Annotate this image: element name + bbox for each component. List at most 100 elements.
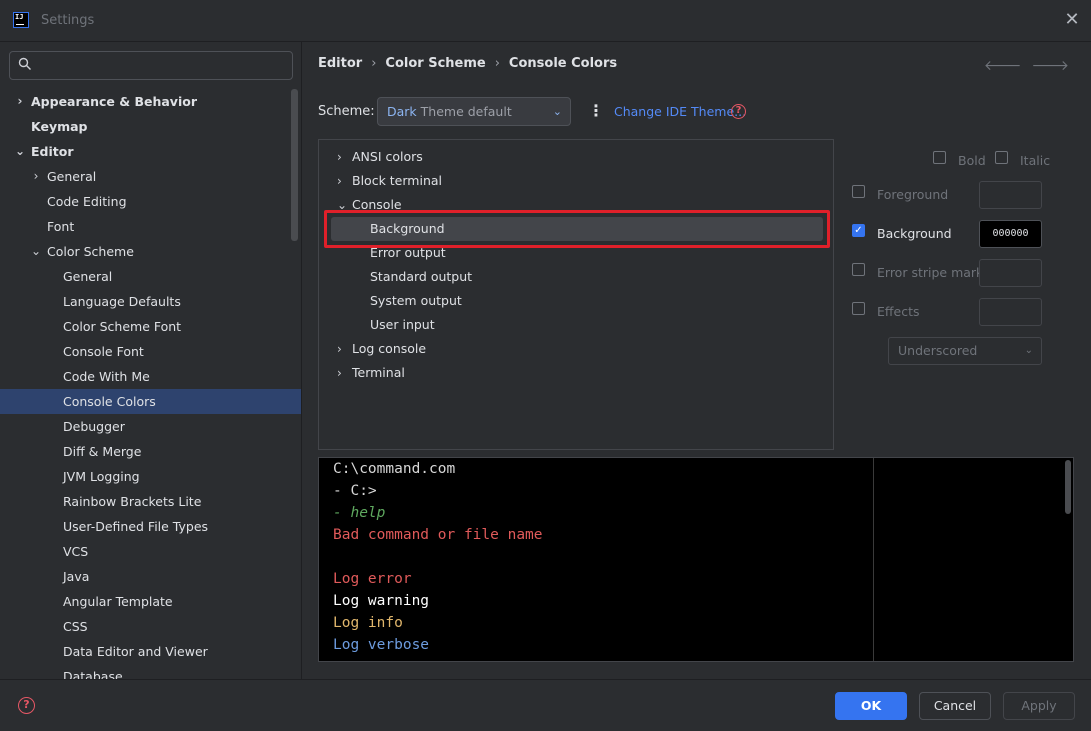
help-icon[interactable]: ?: [731, 104, 746, 119]
sidebar-item-color-scheme-font[interactable]: Color Scheme Font: [0, 314, 301, 339]
sidebar-item-css[interactable]: CSS: [0, 614, 301, 639]
chevron-right-icon[interactable]: ›: [337, 337, 342, 361]
forward-arrow-icon[interactable]: 🡒: [1031, 58, 1079, 74]
option-log-console[interactable]: › Log console: [337, 337, 427, 361]
option-label: Block terminal: [352, 173, 442, 188]
error-stripe-label: Error stripe mark: [877, 265, 984, 280]
chevron-down-icon[interactable]: ⌄: [14, 139, 26, 164]
preview-line: Log info: [333, 615, 403, 631]
option-user-input[interactable]: User input: [370, 313, 435, 337]
sidebar-item-debugger[interactable]: Debugger: [0, 414, 301, 439]
sidebar-item-vcs[interactable]: VCS: [0, 539, 301, 564]
dialog-footer: ? OK Cancel Apply: [0, 679, 1091, 731]
sidebar-item-database[interactable]: Database: [0, 664, 301, 679]
sidebar-item-label: Data Editor and Viewer: [63, 644, 208, 659]
preview-line: Log error: [333, 571, 412, 587]
chevron-right-icon[interactable]: ›: [337, 361, 342, 385]
change-ide-theme-link[interactable]: Change IDE Theme...: [614, 104, 746, 119]
close-icon[interactable]: ✕: [1062, 10, 1082, 30]
chevron-down-icon[interactable]: ⌄: [30, 239, 42, 264]
option-terminal[interactable]: › Terminal: [337, 361, 405, 385]
sidebar-item-label: JVM Logging: [63, 469, 140, 484]
option-label: System output: [370, 293, 462, 308]
chevron-right-icon[interactable]: ›: [14, 89, 26, 114]
chevron-right-icon[interactable]: ›: [337, 145, 342, 169]
sidebar-item-label: Font: [47, 219, 75, 234]
sidebar-item-label: Rainbow Brackets Lite: [63, 494, 202, 509]
back-arrow-icon[interactable]: 🡐: [984, 58, 1032, 74]
option-label: Log console: [352, 341, 427, 356]
sidebar-item-label: Diff & Merge: [63, 444, 142, 459]
italic-checkbox[interactable]: [995, 151, 1008, 164]
option-standard-output[interactable]: Standard output: [370, 265, 472, 289]
bold-checkbox[interactable]: [933, 151, 946, 164]
option-block-terminal[interactable]: › Block terminal: [337, 169, 442, 193]
sidebar-scrollbar[interactable]: [291, 89, 298, 241]
cancel-button[interactable]: Cancel: [919, 692, 991, 720]
sidebar-item-label: Color Scheme: [47, 244, 134, 259]
effect-type-dropdown[interactable]: Underscored ⌄: [888, 337, 1042, 365]
background-color-swatch[interactable]: 000000: [979, 220, 1042, 248]
breadcrumb: Editor › Color Scheme › Console Colors: [318, 56, 618, 71]
sidebar-item-general[interactable]: General: [0, 264, 301, 289]
sidebar-item-rainbow-brackets-lite[interactable]: Rainbow Brackets Lite: [0, 489, 301, 514]
italic-label: Italic: [1020, 153, 1051, 168]
sidebar-item-font[interactable]: Font: [0, 214, 301, 239]
title-bar: IJ Settings ✕: [0, 0, 1091, 42]
option-system-output[interactable]: System output: [370, 289, 462, 313]
sidebar-item-keymap[interactable]: Keymap: [0, 114, 301, 139]
sidebar-item-label: User-Defined File Types: [63, 519, 209, 534]
sidebar-item-console-font[interactable]: Console Font: [0, 339, 301, 364]
option-ansi-colors[interactable]: › ANSI colors: [337, 145, 423, 169]
foreground-checkbox[interactable]: [852, 185, 865, 198]
sidebar-item-label: Keymap: [31, 119, 88, 134]
preview-line: - help: [333, 505, 386, 521]
sidebar-item-java[interactable]: Java: [0, 564, 301, 589]
error-stripe-color-swatch[interactable]: [979, 259, 1042, 287]
sidebar-item-diff-merge[interactable]: Diff & Merge: [0, 439, 301, 464]
error-stripe-checkbox[interactable]: [852, 263, 865, 276]
chevron-right-icon[interactable]: ›: [337, 169, 342, 193]
sidebar-item-label: Console Font: [63, 344, 144, 359]
ok-button[interactable]: OK: [835, 692, 907, 720]
breadcrumb-editor[interactable]: Editor: [318, 56, 362, 71]
help-icon[interactable]: ?: [18, 697, 35, 714]
background-checkbox[interactable]: ✓: [852, 224, 865, 237]
effects-checkbox[interactable]: [852, 302, 865, 315]
preview-right-margin: [873, 458, 874, 661]
sidebar-item-label: CSS: [63, 619, 88, 634]
sidebar-item-label: Java: [63, 569, 90, 584]
console-preview[interactable]: C:\command.com - C:> - help Bad command or …: [318, 457, 1074, 662]
foreground-color-swatch[interactable]: [979, 181, 1042, 209]
breadcrumb-color-scheme[interactable]: Color Scheme: [385, 56, 485, 71]
sidebar-item-angular-template[interactable]: Angular Template: [0, 589, 301, 614]
more-options-icon[interactable]: ⋮: [588, 101, 604, 120]
sidebar-item-code-with-me[interactable]: Code With Me: [0, 364, 301, 389]
sidebar-item-user-defined-file-types[interactable]: User-Defined File Types: [0, 514, 301, 539]
preview-line: Log warning: [333, 593, 430, 609]
search-input[interactable]: [9, 51, 293, 80]
chevron-right-icon[interactable]: ›: [30, 164, 42, 189]
sidebar-item-color-scheme[interactable]: ⌄ Color Scheme: [0, 239, 301, 264]
effects-color-swatch[interactable]: [979, 298, 1042, 326]
sidebar-item-code-editing[interactable]: Code Editing: [0, 189, 301, 214]
sidebar-item-appearance-behavior[interactable]: › Appearance & Behavior: [0, 89, 301, 114]
preview-scrollbar[interactable]: [1065, 460, 1071, 514]
bold-label: Bold: [958, 153, 986, 168]
preview-line: Bad command or file name: [333, 527, 543, 543]
highlight-annotation: [324, 210, 830, 248]
sidebar-item-language-defaults[interactable]: Language Defaults: [0, 289, 301, 314]
sidebar-item-data-editor-and-viewer[interactable]: Data Editor and Viewer: [0, 639, 301, 664]
sidebar-item-editor[interactable]: ⌄ Editor: [0, 139, 301, 164]
sidebar-item-console-colors[interactable]: Console Colors: [0, 389, 301, 414]
foreground-label: Foreground: [877, 187, 949, 202]
sidebar-item-label: Color Scheme Font: [63, 319, 182, 334]
scheme-value-rest: Theme default: [416, 104, 512, 119]
scheme-dropdown[interactable]: Dark Theme default ⌄: [377, 97, 571, 126]
chevron-down-icon: ⌄: [552, 105, 562, 118]
sidebar-item-label: Language Defaults: [63, 294, 181, 309]
apply-button[interactable]: Apply: [1003, 692, 1075, 720]
sidebar-item-jvm-logging[interactable]: JVM Logging: [0, 464, 301, 489]
preview-line: - C:>: [333, 483, 377, 499]
sidebar-item-general[interactable]: › General: [0, 164, 301, 189]
